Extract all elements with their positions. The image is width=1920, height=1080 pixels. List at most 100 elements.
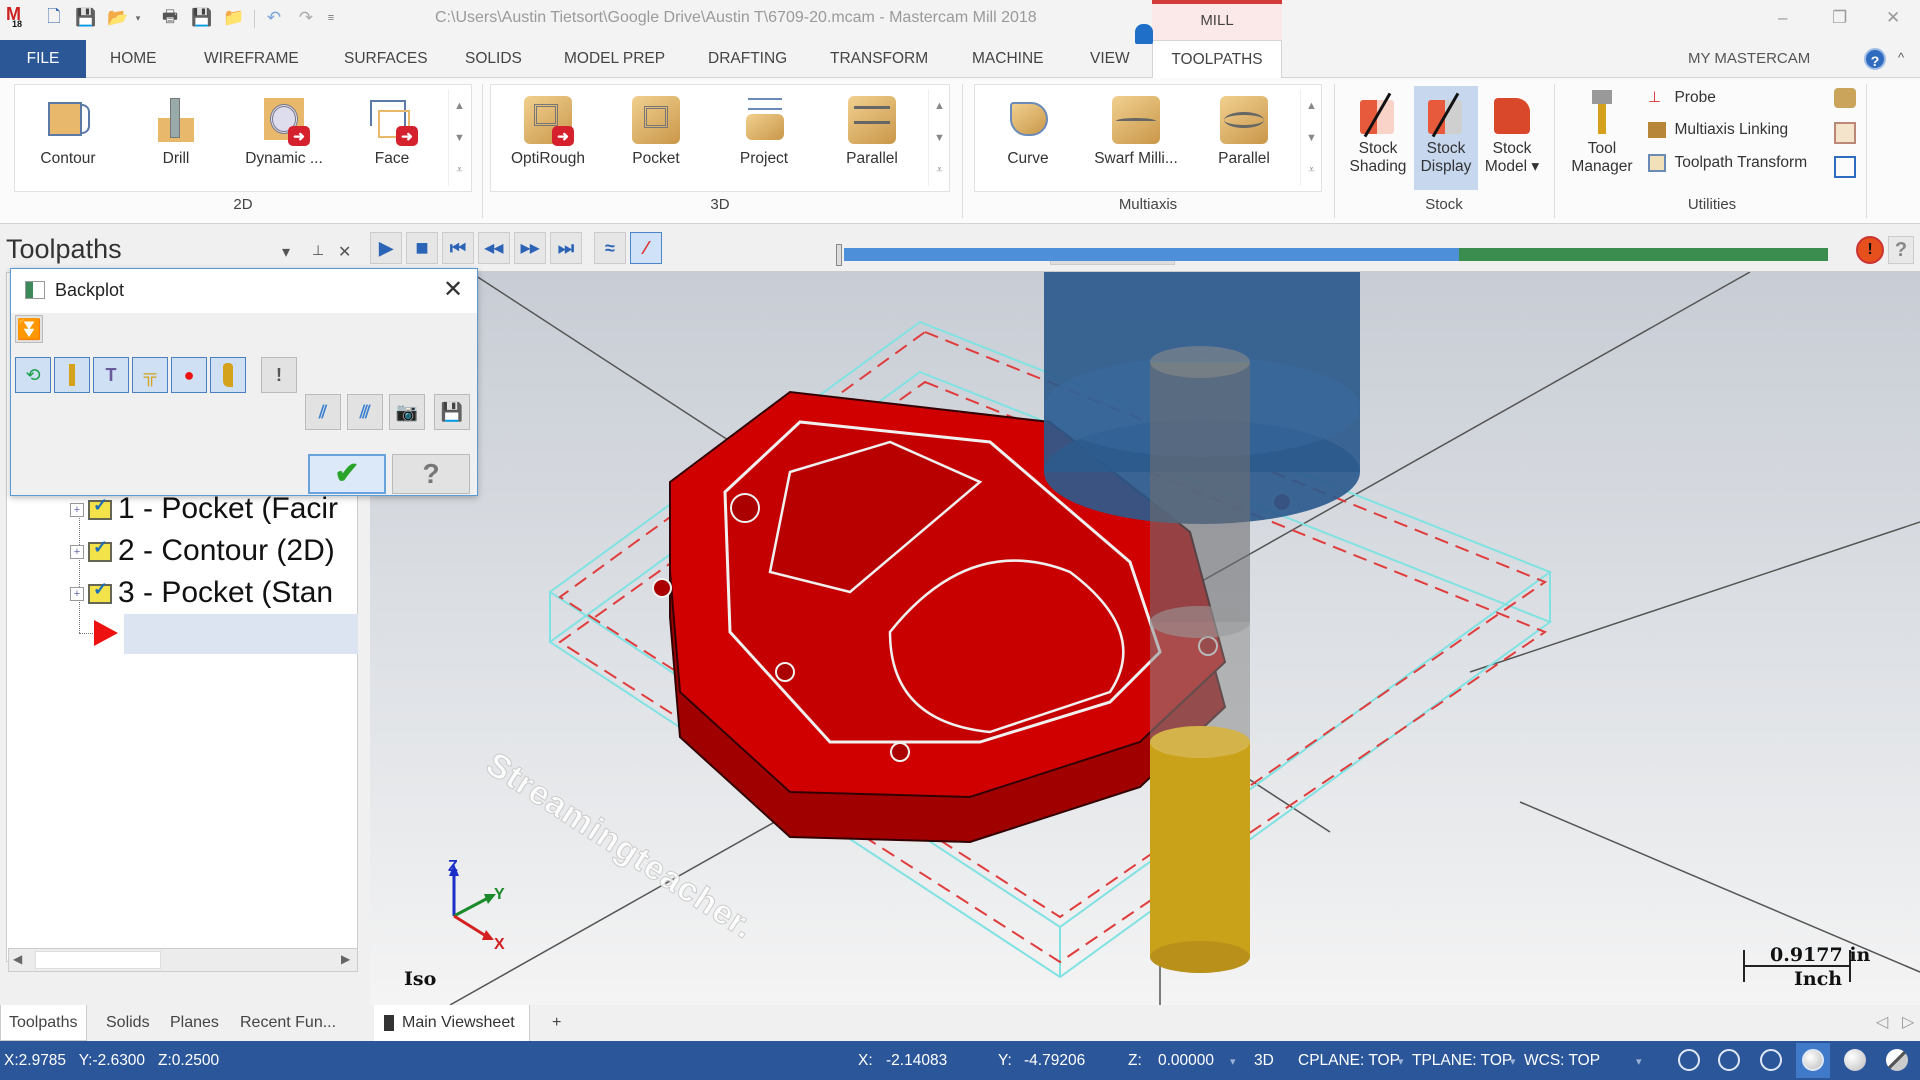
playback-progress-bar[interactable]	[844, 248, 1828, 261]
stock-display-button[interactable]: Stock Display	[1414, 86, 1478, 190]
print-icon[interactable]: 🖶	[158, 6, 182, 30]
step-back-button[interactable]: ◀◀	[478, 232, 510, 264]
restore-button[interactable]: ❐	[1832, 8, 1847, 28]
save-geometry-button[interactable]: 💾	[434, 394, 470, 430]
parallel-multiaxis-button[interactable]: Parallel	[1196, 90, 1292, 190]
wcs-selector[interactable]: WCS: TOP	[1524, 1052, 1600, 1070]
pocket-3d-button[interactable]: Pocket	[608, 90, 704, 190]
swarf-milling-button[interactable]: Swarf Milli...	[1086, 90, 1186, 190]
tab-model-prep[interactable]: MODEL PREP	[550, 40, 679, 78]
main-viewsheet-tab[interactable]: Main Viewsheet	[374, 1005, 530, 1041]
tab-view[interactable]: VIEW	[1076, 40, 1144, 78]
expand-icon[interactable]: +	[70, 503, 84, 518]
bottom-tab-recent-functions[interactable]: Recent Fun...	[232, 1005, 344, 1041]
gallery-down-icon[interactable]: ▼	[1301, 122, 1322, 154]
tree-horizontal-scrollbar[interactable]: ◀ ▶	[8, 948, 358, 972]
z-value[interactable]: 0.00000	[1158, 1052, 1214, 1070]
viewsheet-nav-right[interactable]: ▷	[1894, 1005, 1920, 1041]
help-icon[interactable]: ?	[1864, 48, 1886, 70]
tab-drafting[interactable]: DRAFTING	[694, 40, 801, 78]
tab-solids[interactable]: SOLIDS	[451, 40, 536, 78]
last-button[interactable]: ⏭	[550, 232, 582, 264]
tab-machine[interactable]: MACHINE	[958, 40, 1057, 78]
screenshot-button[interactable]: 📷	[389, 394, 425, 430]
scroll-left-icon[interactable]: ◀	[13, 952, 22, 966]
redo-icon[interactable]: ↷	[294, 6, 318, 30]
cplane-selector[interactable]: CPLANE: TOP	[1298, 1052, 1400, 1070]
tool-point-button[interactable]: ⁄	[630, 232, 662, 264]
trace-mode-button[interactable]: ≈	[594, 232, 626, 264]
y-value[interactable]: -4.79206	[1024, 1052, 1085, 1070]
tplane-dropdown-icon[interactable]: ▾	[1510, 1055, 1516, 1068]
wireframe-display-icon[interactable]	[1678, 1049, 1700, 1071]
backplot-close-button[interactable]: ✕	[443, 275, 463, 304]
tab-transform[interactable]: TRANSFORM	[816, 40, 942, 78]
display-toolpath-toggle[interactable]: ⟲	[15, 357, 51, 393]
display-tool-toggle[interactable]	[54, 357, 90, 393]
expand-icon[interactable]: +	[70, 545, 84, 560]
face-button[interactable]: ➜ Face	[344, 90, 440, 190]
progress-start-marker[interactable]	[836, 244, 842, 266]
panel-close-icon[interactable]: ✕	[338, 242, 351, 262]
shaded-display-button[interactable]	[1796, 1043, 1830, 1078]
open-icon[interactable]: 📂	[106, 6, 130, 30]
tool-manager-button[interactable]: Tool Manager	[1562, 88, 1642, 188]
hidden-removed-display-icon[interactable]	[1760, 1049, 1782, 1071]
mode-3d-toggle[interactable]: 3D	[1254, 1052, 1274, 1070]
bottom-tab-solids[interactable]: Solids	[98, 1005, 158, 1041]
dynamic-button[interactable]: ➜ Dynamic ...	[236, 90, 332, 190]
tool-library-icon[interactable]	[1834, 88, 1856, 108]
z-dropdown-icon[interactable]: ▾	[1230, 1055, 1236, 1068]
parallel-3d-button[interactable]: Parallel	[824, 90, 920, 190]
backplot-titlebar[interactable]: Backplot ✕	[11, 269, 477, 313]
gallery-more-icon[interactable]: ⩡	[1301, 154, 1322, 186]
save-icon[interactable]: 💾	[74, 6, 98, 30]
wcs-dropdown-icon[interactable]: ▾	[1636, 1055, 1642, 1068]
speed-slider-thumb[interactable]	[1134, 24, 1153, 44]
help-button[interactable]: ?	[392, 454, 470, 494]
gallery-up-icon[interactable]: ▲	[449, 90, 470, 122]
multiaxis-gallery-scroll[interactable]: ▲ ▼ ⩡	[1300, 90, 1322, 186]
playbar-help-button[interactable]: ?	[1888, 236, 1914, 264]
bottom-tab-planes[interactable]: Planes	[162, 1005, 227, 1041]
full-trace-button[interactable]: ⫻	[347, 394, 383, 430]
new-file-icon[interactable]: 🗋	[42, 6, 66, 30]
x-value[interactable]: -2.14083	[886, 1052, 947, 1070]
optirough-button[interactable]: ➜ OptiRough	[500, 90, 596, 190]
tab-toolpaths[interactable]: TOOLPATHS	[1152, 40, 1282, 79]
add-viewsheet-button[interactable]: +	[544, 1005, 569, 1041]
toolpath-transform-button[interactable]: Toolpath Transform	[1648, 154, 1807, 180]
minimize-button[interactable]: –	[1778, 8, 1787, 28]
multiaxis-linking-button[interactable]: Multiaxis Linking	[1648, 121, 1788, 147]
open-dropdown-icon[interactable]: ▾	[132, 6, 144, 30]
my-mastercam-link[interactable]: MY MASTERCAM	[1688, 50, 1810, 67]
gallery-more-icon[interactable]: ⩡	[929, 154, 950, 186]
hidden-line-display-icon[interactable]	[1718, 1049, 1740, 1071]
stop-conditions-button[interactable]: !	[1856, 236, 1884, 264]
ok-button[interactable]: ✔	[308, 454, 386, 494]
tab-file[interactable]: FILE	[0, 40, 86, 78]
expand-dialog-button[interactable]: ⏬	[15, 315, 43, 343]
scroll-right-icon[interactable]: ▶	[341, 952, 350, 966]
trim-toolpath-icon[interactable]	[1834, 122, 1856, 144]
tab-wireframe[interactable]: WIREFRAME	[190, 40, 313, 78]
collapse-ribbon-icon[interactable]: ^	[1898, 50, 1904, 65]
folder-icon[interactable]: 📁	[222, 6, 246, 30]
gallery-down-icon[interactable]: ▼	[929, 122, 950, 154]
close-window-button[interactable]: ✕	[1886, 8, 1900, 28]
step-forward-button[interactable]: ▶▶	[514, 232, 546, 264]
layout-icon[interactable]	[1834, 156, 1856, 178]
display-holder-toggle[interactable]: T	[93, 357, 129, 393]
display-rapid-toggle[interactable]: ╦	[132, 357, 168, 393]
tab-surfaces[interactable]: SURFACES	[330, 40, 442, 78]
probe-button[interactable]: ⊥ Probe	[1648, 88, 1716, 114]
3d-gallery-scroll[interactable]: ▲ ▼ ⩡	[928, 90, 950, 186]
toolpath-item[interactable]: +2 - Contour (2D)	[70, 534, 355, 572]
stop-button[interactable]: ■	[406, 232, 438, 264]
gallery-up-icon[interactable]: ▲	[929, 90, 950, 122]
curve-button[interactable]: Curve	[980, 90, 1076, 190]
mastercam-logo-icon[interactable]: M 18	[4, 4, 30, 32]
scroll-thumb[interactable]	[35, 951, 161, 969]
gallery-down-icon[interactable]: ▼	[449, 122, 470, 154]
shaded-edges-display-icon[interactable]	[1844, 1049, 1866, 1071]
